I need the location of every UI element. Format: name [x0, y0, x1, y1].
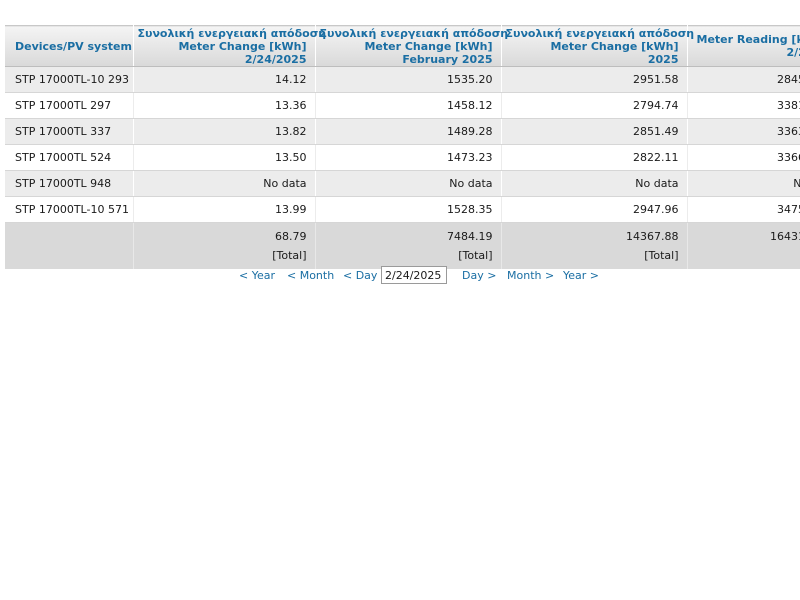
total-value: 1643124.27 [770, 230, 800, 243]
device-name: STP 17000TL-10 293 [5, 66, 134, 93]
device-name: STP 17000TL 524 [5, 144, 134, 171]
header-line3: 2/24/2025 [244, 52, 307, 66]
table-row: STP 17000TL 297 13.36 1458.12 2794.74 33… [5, 92, 800, 119]
total-year: 14367.88 [Total] [501, 222, 688, 269]
prev-month-link[interactable]: < Month [287, 269, 334, 282]
date-navigation: < Year < Month < Day Day > Month > Year … [0, 266, 800, 286]
header-meter-reading[interactable]: Meter Reading [kWh] 2/24/2025 [687, 25, 800, 67]
header-line1: Συνολική ενεργειακή απόδοση [319, 26, 509, 40]
month-value: No data [315, 170, 502, 197]
header-line3: 2025 [647, 52, 679, 66]
total-value: 7484.19 [447, 230, 493, 243]
reading-value: 336614.82 [687, 144, 800, 171]
month-value: 1528.35 [315, 196, 502, 223]
month-value: 1535.20 [315, 66, 502, 93]
table-header-row: Devices/PV system Συνολική ενεργειακή απ… [5, 25, 800, 67]
next-month-link[interactable]: Month > [507, 269, 554, 282]
day-value: 13.36 [133, 92, 316, 119]
header-line2: Meter Change [kWh] [178, 39, 307, 53]
header-line3: February 2025 [402, 52, 493, 66]
total-value: 14367.88 [626, 230, 679, 243]
table-row: STP 17000TL 337 13.82 1489.28 2851.49 33… [5, 118, 800, 145]
header-year-meter-change[interactable]: Συνολική ενεργειακή απόδοση Meter Change… [501, 25, 695, 67]
header-line1: Συνολική ενεργειακή απόδοση [137, 26, 327, 40]
table-row: STP 17000TL-10 293 14.12 1535.20 2951.58… [5, 66, 800, 93]
day-value: No data [133, 170, 316, 197]
total-reading: 1643124.27 [Total] [687, 222, 800, 269]
energy-table: Devices/PV system Συνολική ενεργειακή απ… [5, 25, 800, 269]
month-value: 1458.12 [315, 92, 502, 119]
year-value: 2947.96 [501, 196, 688, 223]
day-value: 13.50 [133, 144, 316, 171]
header-line2: Meter Change [kWh] [550, 39, 679, 53]
header-line2: Meter Reading [kWh] [696, 33, 800, 46]
year-value: 2851.49 [501, 118, 688, 145]
device-name: STP 17000TL 948 [5, 170, 134, 197]
total-label: [Total] [698, 246, 800, 265]
device-name: STP 17000TL 297 [5, 92, 134, 119]
year-value: 2951.58 [501, 66, 688, 93]
device-name: STP 17000TL-10 571 [5, 196, 134, 223]
total-day: 68.79 [Total] [133, 222, 316, 269]
reading-value: No data [687, 170, 800, 197]
header-devices[interactable]: Devices/PV system [5, 25, 134, 67]
header-line2: Meter Change [kWh] [364, 39, 493, 53]
prev-day-link[interactable]: < Day [343, 269, 377, 282]
energy-table-container: Devices/PV system Συνολική ενεργειακή απ… [5, 25, 800, 269]
year-value: No data [501, 170, 688, 197]
header-devices-label: Devices/PV system [15, 39, 132, 53]
day-value: 13.99 [133, 196, 316, 223]
header-month-meter-change[interactable]: Συνολική ενεργειακή απόδοση Meter Change… [315, 25, 509, 67]
reading-value: 347510.49 [687, 196, 800, 223]
totals-empty-cell [5, 222, 134, 269]
table-row: STP 17000TL 948 No data No data No data … [5, 170, 800, 197]
header-line1: Συνολική ενεργειακή απόδοση [505, 26, 695, 40]
date-input[interactable] [381, 266, 447, 284]
reading-value: 336324.57 [687, 118, 800, 145]
day-value: 14.12 [133, 66, 316, 93]
next-day-link[interactable]: Day > [462, 269, 496, 282]
totals-row: 68.79 [Total] 7484.19 [Total] 14367.88 [… [5, 222, 800, 269]
table-row: STP 17000TL 524 13.50 1473.23 2822.11 33… [5, 144, 800, 171]
reading-value: 284512.22 [687, 66, 800, 93]
year-value: 2822.11 [501, 144, 688, 171]
day-value: 13.82 [133, 118, 316, 145]
prev-year-link[interactable]: < Year [239, 269, 275, 282]
total-label: [Total] [272, 249, 307, 262]
year-value: 2794.74 [501, 92, 688, 119]
header-line3: 2/24/2025 [786, 46, 800, 59]
total-value: 68.79 [275, 230, 307, 243]
total-month: 7484.19 [Total] [315, 222, 502, 269]
total-label: [Total] [458, 249, 493, 262]
header-day-meter-change[interactable]: Συνολική ενεργειακή απόδοση Meter Change… [133, 25, 327, 67]
month-value: 1473.23 [315, 144, 502, 171]
device-name: STP 17000TL 337 [5, 118, 134, 145]
reading-value: 338163.17 [687, 92, 800, 119]
month-value: 1489.28 [315, 118, 502, 145]
next-year-link[interactable]: Year > [563, 269, 599, 282]
total-label: [Total] [644, 249, 679, 262]
table-row: STP 17000TL-10 571 13.99 1528.35 2947.96… [5, 196, 800, 223]
